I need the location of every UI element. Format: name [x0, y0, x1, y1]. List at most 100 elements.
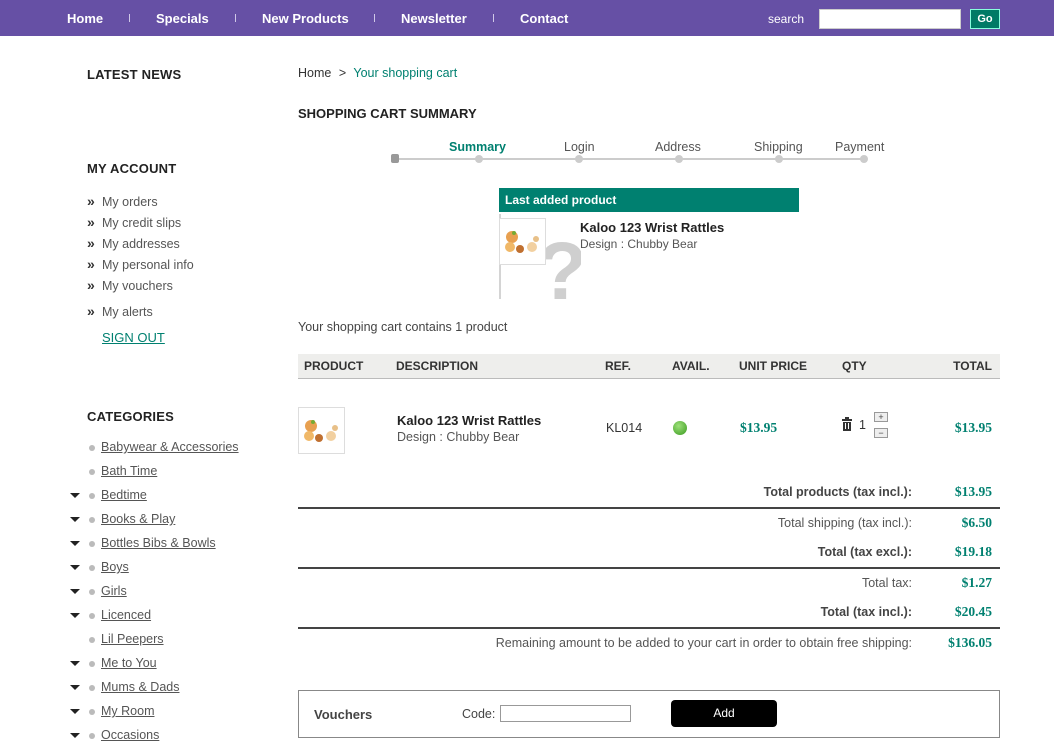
expand-triangle-icon[interactable] — [70, 685, 80, 690]
rattles-image-icon — [505, 231, 539, 253]
total-shipping-label: Total shipping (tax incl.): — [777, 516, 912, 530]
account-item-label: My personal info — [102, 258, 194, 272]
cart-table-header: PRODUCT DESCRIPTION REF. AVAIL. UNIT PRI… — [298, 354, 1000, 379]
expand-triangle-icon[interactable] — [70, 613, 80, 618]
nav-new-products[interactable]: New Products — [262, 11, 349, 26]
step-payment[interactable]: Payment — [835, 140, 884, 154]
account-item-addresses[interactable]: » My addresses — [87, 235, 180, 251]
search-go-button[interactable]: Go — [970, 9, 1000, 29]
nav-newsletter[interactable]: Newsletter — [401, 11, 467, 26]
last-added-product-name[interactable]: Kaloo 123 Wrist Rattles — [580, 220, 724, 235]
nav-separator — [235, 14, 236, 22]
category-label[interactable]: Bath Time — [101, 464, 157, 478]
bullet-icon — [89, 637, 95, 643]
account-item-alerts[interactable]: » My alerts — [87, 303, 153, 319]
total-products-value: $13.95 — [954, 484, 992, 499]
nav-home[interactable]: Home — [67, 11, 103, 26]
trash-icon[interactable] — [841, 417, 853, 434]
account-item-credit-slips[interactable]: » My credit slips — [87, 214, 181, 230]
category-label[interactable]: Girls — [101, 584, 127, 598]
account-item-label: My vouchers — [102, 279, 173, 293]
divider — [298, 567, 1000, 569]
double-chevron-icon: » — [87, 214, 95, 230]
step-dot — [575, 155, 583, 163]
double-chevron-icon: » — [87, 193, 95, 209]
categories-title: CATEGORIES — [87, 409, 174, 424]
bullet-icon — [89, 661, 95, 667]
category-label[interactable]: Licenced — [101, 608, 151, 622]
breadcrumb-home[interactable]: Home — [298, 66, 331, 80]
bullet-icon — [89, 541, 95, 547]
nav-contact[interactable]: Contact — [520, 11, 568, 26]
divider — [298, 507, 1000, 509]
col-description: DESCRIPTION — [396, 359, 479, 373]
bullet-icon — [89, 709, 95, 715]
step-dot — [775, 155, 783, 163]
category-label[interactable]: Me to You — [101, 656, 157, 670]
last-added-product-attributes: Design : Chubby Bear — [580, 237, 698, 251]
account-item-orders[interactable]: » My orders — [87, 193, 158, 209]
account-item-label: My credit slips — [102, 216, 182, 230]
voucher-code-input[interactable] — [500, 705, 631, 722]
double-chevron-icon: » — [87, 235, 95, 251]
nav-separator — [374, 14, 375, 22]
account-item-vouchers[interactable]: » My vouchers — [87, 277, 173, 293]
cart-row-product-name[interactable]: Kaloo 123 Wrist Rattles — [397, 413, 541, 428]
category-label[interactable]: Lil Peepers — [101, 632, 164, 646]
bullet-icon — [89, 469, 95, 475]
availability-indicator-icon — [673, 421, 687, 435]
expand-triangle-icon[interactable] — [70, 517, 80, 522]
total-tax-excl-value: $19.18 — [954, 544, 992, 559]
category-label[interactable]: Boys — [101, 560, 129, 574]
search-input[interactable] — [819, 9, 961, 29]
expand-triangle-icon[interactable] — [70, 661, 80, 666]
step-summary: Summary — [449, 140, 506, 154]
step-shipping[interactable]: Shipping — [754, 140, 803, 154]
double-chevron-icon: » — [87, 303, 95, 319]
account-item-label: My alerts — [102, 305, 153, 319]
qty-increase-button[interactable]: + — [874, 412, 888, 422]
expand-triangle-icon[interactable] — [70, 709, 80, 714]
bullet-icon — [89, 685, 95, 691]
step-login[interactable]: Login — [564, 140, 595, 154]
category-label[interactable]: My Room — [101, 704, 154, 718]
col-unit-price: UNIT PRICE — [739, 359, 808, 373]
bullet-icon — [89, 613, 95, 619]
free-shipping-remaining-label: Remaining amount to be added to your car… — [495, 636, 912, 650]
category-label[interactable]: Babywear & Accessories — [101, 440, 239, 454]
add-voucher-button[interactable]: Add — [671, 700, 777, 727]
expand-triangle-icon[interactable] — [70, 565, 80, 570]
steps-start-marker — [391, 154, 399, 163]
cart-row-qty: 1 — [859, 418, 866, 432]
category-label[interactable]: Bottles Bibs & Bowls — [101, 536, 216, 550]
expand-triangle-icon[interactable] — [70, 493, 80, 498]
col-total: TOTAL — [953, 359, 992, 373]
step-address[interactable]: Address — [655, 140, 701, 154]
category-label[interactable]: Books & Play — [101, 512, 175, 526]
category-label[interactable]: Mums & Dads — [101, 680, 180, 694]
bullet-icon — [89, 565, 95, 571]
nav-specials[interactable]: Specials — [156, 11, 209, 26]
step-dot — [860, 155, 868, 163]
expand-triangle-icon[interactable] — [70, 589, 80, 594]
page-title: SHOPPING CART SUMMARY — [298, 106, 477, 121]
expand-triangle-icon[interactable] — [70, 541, 80, 546]
qty-decrease-button[interactable]: − — [874, 428, 888, 438]
account-item-personal-info[interactable]: » My personal info — [87, 256, 194, 272]
cart-row-thumbnail[interactable] — [298, 407, 345, 454]
category-label[interactable]: Occasions — [101, 728, 159, 742]
col-ref: REF. — [605, 359, 632, 373]
bullet-icon — [89, 733, 95, 739]
category-label[interactable]: Bedtime — [101, 488, 147, 502]
cart-row-ref: KL014 — [606, 421, 643, 435]
bullet-icon — [89, 517, 95, 523]
sign-out-link[interactable]: SIGN OUT — [102, 330, 165, 345]
total-tax-incl-value: $20.45 — [954, 604, 992, 619]
last-added-header: Last added product — [499, 188, 799, 212]
checkout-steps-track — [395, 158, 865, 160]
last-added-product-thumbnail[interactable] — [499, 218, 546, 265]
cart-count-text: Your shopping cart contains 1 product — [298, 320, 508, 334]
col-qty: QTY — [842, 359, 867, 373]
account-item-label: My addresses — [102, 237, 180, 251]
expand-triangle-icon[interactable] — [70, 733, 80, 738]
